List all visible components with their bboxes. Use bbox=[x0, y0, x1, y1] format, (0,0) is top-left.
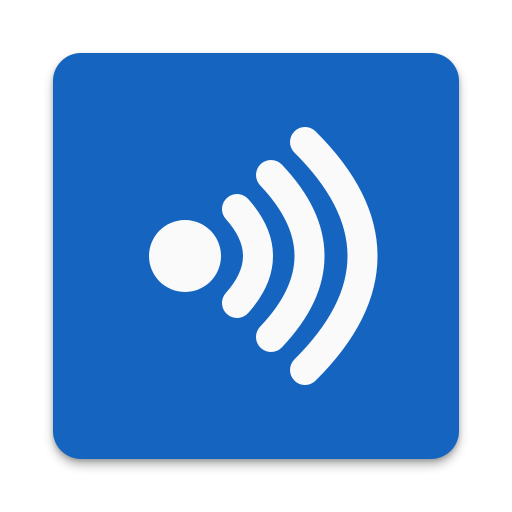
icon-canvas bbox=[0, 0, 512, 512]
signal-wave-medium bbox=[256, 160, 325, 352]
signal-wave-small bbox=[222, 194, 273, 318]
signal-dot bbox=[149, 220, 221, 292]
broadcast-signal-icon bbox=[149, 127, 378, 385]
